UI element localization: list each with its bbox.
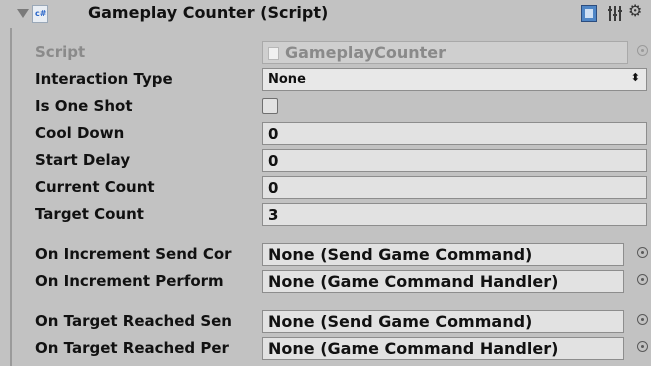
event-label: On Target Reached Sen	[35, 312, 232, 330]
object-picker-icon[interactable]	[637, 45, 648, 56]
component-header[interactable]: c# Gameplay Counter (Script) ⚙	[0, 0, 651, 28]
object-picker-icon[interactable]	[637, 314, 648, 325]
current-count-row: Current Count 0	[0, 174, 651, 201]
target-count-input[interactable]: 3	[262, 203, 647, 226]
cool-down-label: Cool Down	[35, 124, 125, 142]
interaction-type-label: Interaction Type	[35, 70, 173, 88]
component-title: Gameplay Counter (Script)	[88, 3, 329, 22]
start-delay-row: Start Delay 0	[0, 147, 651, 174]
interaction-type-dropdown[interactable]: None ⬍	[262, 68, 647, 91]
target-count-label: Target Count	[35, 205, 144, 223]
script-label: Script	[35, 43, 86, 61]
current-count-input[interactable]: 0	[262, 176, 647, 199]
start-delay-label: Start Delay	[35, 151, 131, 169]
dropdown-arrow-icon: ⬍	[630, 71, 640, 84]
gear-icon[interactable]: ⚙	[628, 1, 642, 20]
object-picker-icon[interactable]	[637, 274, 648, 285]
is-one-shot-row: Is One Shot	[0, 93, 651, 120]
event-object-field[interactable]: None (Game Command Handler)	[262, 337, 624, 360]
cool-down-row: Cool Down 0	[0, 120, 651, 147]
event-object-field[interactable]: None (Send Game Command)	[262, 243, 624, 266]
inspector-panel: c# Gameplay Counter (Script) ⚙ Script Ga…	[0, 0, 651, 366]
event-row-target-send: On Target Reached Sen None (Send Game Co…	[0, 308, 651, 335]
presets-icon[interactable]	[608, 6, 622, 21]
target-count-row: Target Count 3	[0, 201, 651, 228]
event-label: On Increment Send Cor	[35, 245, 232, 263]
help-book-icon[interactable]	[581, 5, 597, 22]
current-count-label: Current Count	[35, 178, 155, 196]
script-field[interactable]: GameplayCounter	[262, 41, 628, 64]
csharp-script-icon[interactable]: c#	[32, 5, 48, 23]
event-object-field[interactable]: None (Game Command Handler)	[262, 270, 624, 293]
foldout-triangle-icon[interactable]	[17, 9, 29, 18]
script-row: Script GameplayCounter	[0, 39, 651, 66]
is-one-shot-label: Is One Shot	[35, 97, 133, 115]
object-picker-icon[interactable]	[637, 341, 648, 352]
event-object-field[interactable]: None (Send Game Command)	[262, 310, 624, 333]
event-row-increment-send: On Increment Send Cor None (Send Game Co…	[0, 241, 651, 268]
object-picker-icon[interactable]	[637, 247, 648, 258]
event-label: On Target Reached Per	[35, 339, 229, 357]
event-label: On Increment Perform	[35, 272, 224, 290]
event-row-target-perform: On Target Reached Per None (Game Command…	[0, 335, 651, 362]
start-delay-input[interactable]: 0	[262, 149, 647, 172]
script-file-icon	[268, 47, 279, 60]
event-row-increment-perform: On Increment Perform None (Game Command …	[0, 268, 651, 295]
interaction-type-value: None	[268, 72, 306, 87]
interaction-type-row: Interaction Type None ⬍	[0, 66, 651, 93]
is-one-shot-checkbox[interactable]	[262, 98, 278, 114]
script-value: GameplayCounter	[285, 43, 447, 62]
cool-down-input[interactable]: 0	[262, 122, 647, 145]
